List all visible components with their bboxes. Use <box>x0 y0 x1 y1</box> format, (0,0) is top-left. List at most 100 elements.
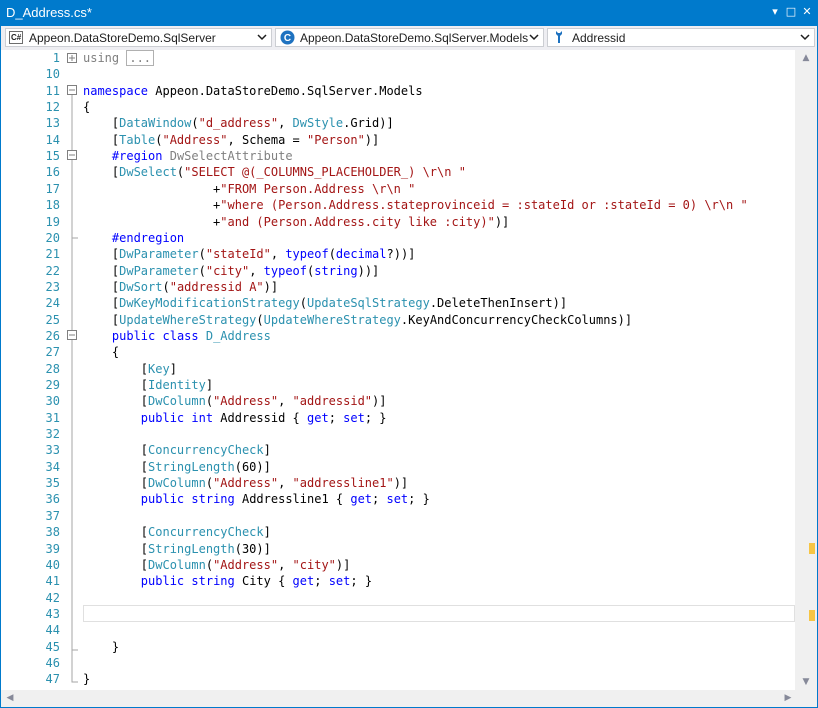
code-line[interactable]: #endregion <box>83 230 184 246</box>
chevron-down-icon <box>529 34 539 41</box>
code-token: DwColumn <box>148 394 206 409</box>
code-line[interactable]: [DwColumn("Address", "addressline1")] <box>83 475 408 491</box>
code-token: UpdateWhereStrategy <box>263 312 401 327</box>
code-line[interactable]: [StringLength(30)] <box>83 541 271 557</box>
code-token: "where (Person.Address.stateprovinceid =… <box>220 198 748 213</box>
code-line[interactable]: [ConcurrencyCheck] <box>83 442 271 458</box>
document-title[interactable]: D_Address.cs* <box>6 5 92 20</box>
code-line[interactable]: public int Addressid { get; set; } <box>83 410 387 426</box>
collapsed-region-button[interactable]: ... <box>126 50 155 66</box>
code-line[interactable]: [DwSelect("SELECT @(_COLUMNS_PLACEHOLDER… <box>83 164 466 180</box>
code-line[interactable]: [StringLength(60)] <box>83 459 271 475</box>
code-token: } <box>83 672 91 687</box>
code-line[interactable]: { <box>83 344 119 360</box>
code-line[interactable]: [Key] <box>83 361 177 377</box>
code-token: StringLength <box>148 541 235 556</box>
code-token: string <box>191 492 235 507</box>
code-line[interactable]: public string Addressline1 { get; set; } <box>83 491 430 507</box>
code-token: "SELECT @(_COLUMNS_PLACEHOLDER_) \r\n " <box>184 165 466 180</box>
scroll-down-icon[interactable]: ▼ <box>799 677 813 687</box>
code-token: ))] <box>357 263 380 278</box>
code-token: [ <box>83 557 149 572</box>
code-line[interactable]: [DwColumn("Address", "addressid")] <box>83 393 387 409</box>
scroll-up-icon[interactable]: ▲ <box>799 53 813 63</box>
code-token: [ <box>83 476 149 491</box>
code-token: "Address" <box>213 394 279 409</box>
code-line[interactable]: { <box>83 99 90 115</box>
code-line[interactable]: public class D_Address <box>83 328 271 344</box>
code-token: int <box>191 410 214 425</box>
code-token: string <box>191 574 235 589</box>
close-icon[interactable]: ✕ <box>800 4 814 20</box>
maximize-icon[interactable]: □ <box>784 4 798 20</box>
code-line[interactable]: using ... <box>83 50 155 66</box>
horizontal-scrollbar[interactable]: ◀ ▶ <box>1 690 817 707</box>
window-dropdown-icon[interactable]: ▾ <box>768 4 782 20</box>
code-line[interactable]: } <box>83 639 119 655</box>
code-token: ( <box>198 247 206 262</box>
code-line[interactable]: [UpdateWhereStrategy(UpdateWhereStrategy… <box>83 312 632 328</box>
code-token: "city" <box>292 557 336 572</box>
code-line[interactable]: [DwParameter("city", typeof(string))] <box>83 263 379 279</box>
code-token: ; } <box>364 410 387 425</box>
wrench-icon <box>556 31 562 43</box>
type-dropdown[interactable]: C Appeon.DataStoreDemo.SqlServer.Models <box>275 28 544 47</box>
code-token: Addressline1 { <box>234 492 351 507</box>
code-token: City { <box>234 574 293 589</box>
code-token: ( <box>205 476 214 491</box>
code-token: ConcurrencyCheck <box>148 443 264 458</box>
code-line[interactable]: [DwColumn("Address", "city")] <box>83 557 351 573</box>
code-token: ?))] <box>386 247 416 262</box>
code-line[interactable]: +"FROM Person.Address \r\n " <box>83 181 415 197</box>
code-token: , Schema = <box>227 132 307 147</box>
code-line[interactable]: namespace Appeon.DataStoreDemo.SqlServer… <box>83 83 423 99</box>
project-dropdown[interactable]: C# Appeon.DataStoreDemo.SqlServer <box>5 28 272 47</box>
code-line[interactable]: [Identity] <box>83 377 213 393</box>
scroll-right-icon[interactable]: ▶ <box>781 693 795 703</box>
code-token: DwParameter <box>119 247 199 262</box>
code-area[interactable]: using ... namespace Appeon.DataStoreDemo.… <box>83 50 795 690</box>
outlining-margin <box>67 53 78 683</box>
editor-window: D_Address.cs* ▾ □ ✕ C# Appeon.DataStoreD… <box>0 0 818 708</box>
code-token: string <box>314 263 358 278</box>
code-token: [ <box>83 116 120 131</box>
scroll-left-icon[interactable]: ◀ <box>3 693 17 703</box>
member-dropdown[interactable]: Addressid <box>547 28 815 47</box>
code-line[interactable]: public string City { get; set; } <box>83 573 372 589</box>
code-line[interactable]: [ConcurrencyCheck] <box>83 524 271 540</box>
code-token: public <box>140 492 185 507</box>
code-line[interactable]: +"and (Person.Address.city like :city)")… <box>83 214 509 230</box>
code-line[interactable]: [Table("Address", Schema = "Person")] <box>83 132 379 148</box>
code-line[interactable]: } <box>83 671 90 687</box>
code-token: .DeleteThenInsert)] <box>429 296 568 311</box>
code-line[interactable]: +"where (Person.Address.stateprovinceid … <box>83 197 748 213</box>
code-line[interactable]: [DwSort("addressid A")] <box>83 279 278 295</box>
code-token: "Address" <box>213 557 279 572</box>
code-line[interactable]: [DwParameter("stateId", typeof(decimal?)… <box>83 246 416 262</box>
code-token: , <box>249 263 264 278</box>
code-token: )] <box>364 132 380 147</box>
code-token: #endregion <box>111 230 185 245</box>
code-token: , <box>278 116 293 131</box>
vertical-scrollbar[interactable]: ▲ ▼ <box>795 50 817 690</box>
code-token: ; <box>372 492 387 507</box>
code-line[interactable]: [DataWindow("d_address", DwStyle.Grid)] <box>83 115 394 131</box>
code-token: Key <box>148 361 170 376</box>
code-token: StringLength <box>148 459 235 474</box>
code-token: )] <box>393 476 409 491</box>
code-token: DwParameter <box>119 263 199 278</box>
code-token: ] <box>263 443 271 458</box>
code-token: (60)] <box>234 459 271 474</box>
code-token: decimal <box>335 247 387 262</box>
code-token: [ <box>83 459 149 474</box>
code-token: , <box>278 394 293 409</box>
code-token: (30)] <box>234 541 271 556</box>
code-editor[interactable]: 1 10 11 12 13 14 15 16 17 18 19 20 21 22 23 24 25 26 27 28 2… <box>1 50 817 707</box>
code-token: ( <box>205 557 214 572</box>
code-token: "addressline1" <box>292 476 394 491</box>
code-token: get <box>307 410 329 425</box>
code-line[interactable]: #region DwSelectAttribute <box>83 148 293 164</box>
code-line[interactable]: [DwKeyModificationStrategy(UpdateSqlStra… <box>83 295 567 311</box>
